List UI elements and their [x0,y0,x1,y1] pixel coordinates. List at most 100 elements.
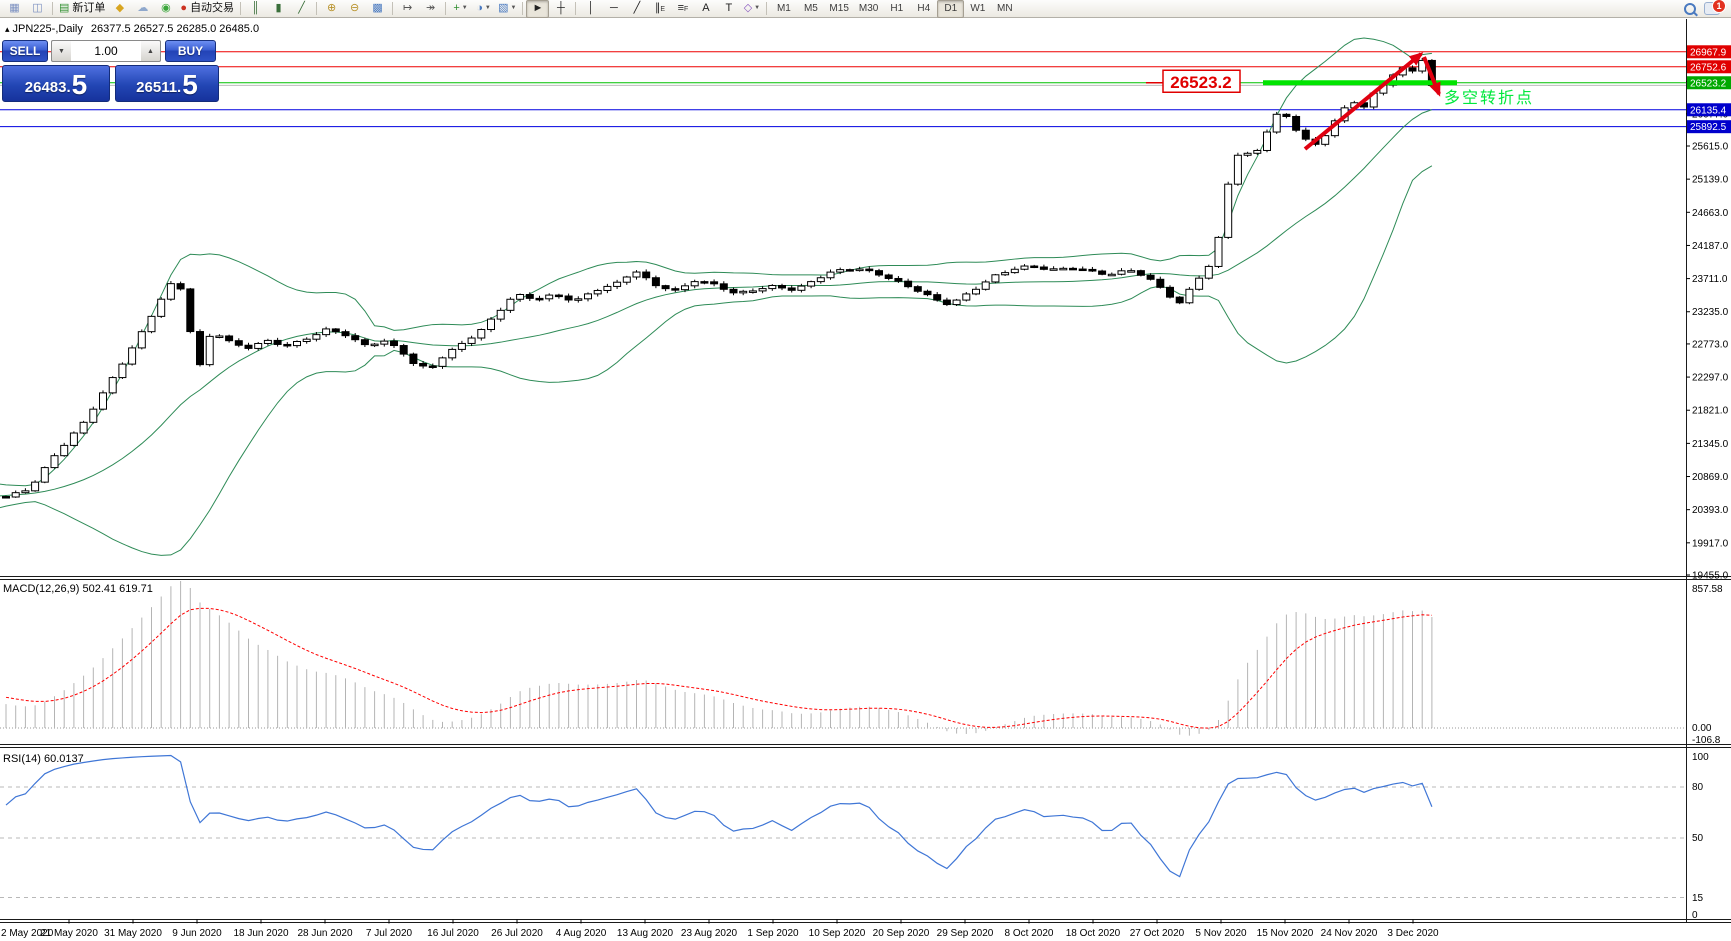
candle-body [690,281,699,287]
search-icon[interactable] [1684,2,1696,15]
macd-axis-label: -106.8 [1692,735,1721,746]
candle-body [215,335,224,338]
indicators-button[interactable]: + ▼ [449,0,472,18]
candle-body [1185,288,1194,304]
sell-button[interactable]: SELL [2,40,48,62]
line-chart-icon[interactable]: ╱ [290,0,313,18]
price-tick-label: 22773.0 [1692,339,1729,350]
trendline-button[interactable]: ╱ [625,0,648,18]
collapse-panel-icon[interactable]: ▴ [5,24,10,34]
toolbar-separator [392,2,394,15]
zoom-out-icon[interactable]: ⊖ [343,0,366,18]
market-data-cloud-icon[interactable]: ☁ [131,0,154,18]
toolbar-separator [766,2,768,15]
timeframe-mn[interactable]: MN [991,0,1018,18]
price-tick-label: 23235.0 [1692,307,1729,318]
dropdown-caret-icon[interactable]: ▼ [485,1,491,16]
timeframe-h1[interactable]: H1 [883,0,910,18]
candle-body [1010,268,1019,274]
timeframe-d1[interactable]: D1 [937,0,965,18]
volume-decrease-button[interactable]: ▼ [51,40,71,62]
dropdown-caret-icon[interactable]: ▼ [754,1,760,16]
candle-body [419,362,428,367]
sell-price-display[interactable]: 26483. 5 [2,65,110,102]
candle-body [768,284,777,290]
candle-body [574,298,583,301]
candle-body [525,294,534,299]
notifications-icon[interactable]: 1 [1704,0,1726,15]
candle-body [855,268,864,272]
candle-body [302,338,311,342]
timeframe-m15[interactable]: M15 [824,0,853,18]
signals-icon: ◉ [161,2,171,14]
new-order-button[interactable]: ▤ 新订单 [56,0,108,18]
zoom-in-icon[interactable]: ⊕ [320,0,343,18]
candle-body [671,288,680,291]
vertical-line-button[interactable]: │ [579,0,602,18]
candle-body [506,298,515,311]
timeframe-m30[interactable]: M30 [854,0,883,18]
text-button[interactable]: A [694,0,717,18]
candle-body [1204,265,1213,279]
templates-icon: ▧ [498,2,509,14]
rsi-label: RSI(14) 60.0137 [3,753,84,765]
candle-body [981,281,990,290]
arrows-shapes-button[interactable]: ◇ ▼ [740,0,763,18]
chart-window-icon: ▦ [9,2,20,14]
date-label: 31 May 2020 [104,928,162,939]
wallet-icon: ◆ [115,2,125,14]
wallet-icon[interactable]: ◆ [108,0,131,18]
text-label-button[interactable]: T [717,0,740,18]
candle-body [331,328,340,333]
volume-input[interactable]: 1.00 [71,40,141,62]
buy-price-display[interactable]: 26511. 5 [115,65,219,102]
autotrading-button[interactable]: ● 自动交易 [177,0,237,18]
crosshair-button[interactable]: ┼ [549,0,572,18]
chart-window-icon[interactable]: ▦ [3,0,26,18]
candle-body [933,294,942,301]
buy-button[interactable]: BUY [165,40,216,62]
price-level-label: 26135.4 [1690,105,1727,116]
candle-body [225,335,234,342]
candle-body [894,277,903,282]
tile-windows-icon[interactable]: ▩ [366,0,389,18]
candle-body [1098,270,1107,275]
timeframe-m1[interactable]: M1 [770,0,797,18]
candle-body [826,271,835,279]
signals-icon[interactable]: ◉ [154,0,177,18]
horizontal-line-button[interactable]: ─ [602,0,625,18]
price-level-label: 26752.6 [1690,62,1727,73]
fibonacci-button[interactable]: ≡ F [671,0,694,18]
candle-body [816,277,825,283]
volume-increase-button[interactable]: ▲ [141,40,161,62]
market-data-cloud-icon: ☁ [137,2,149,14]
equidistant-channel-button[interactable]: ∥ E [648,0,671,18]
timeframe-h4[interactable]: H4 [910,0,937,18]
candle-body [554,294,563,298]
candlestick-chart-icon[interactable]: ▮ [267,0,290,18]
timeframe-w1[interactable]: W1 [964,0,991,18]
toolbar-separator [52,2,53,15]
cursor-button[interactable]: ► [526,0,550,18]
bar-chart-icon[interactable]: ║ [244,0,267,18]
candle-body [622,276,631,283]
dropdown-caret-icon[interactable]: ▼ [510,1,516,16]
candle-body [564,295,573,301]
profile-window-icon[interactable]: ◫ [26,0,49,18]
periods-button[interactable]: ◑ ▼ [472,0,495,18]
dropdown-caret-icon[interactable]: ▼ [462,1,468,16]
templates-button[interactable]: ▧ ▼ [495,0,519,18]
candle-body [535,297,544,301]
candle-body [341,331,350,337]
candle-body [1030,265,1039,269]
candle-body [681,285,689,291]
candle-body [1253,149,1262,154]
price-tick-label: 24187.0 [1692,241,1729,252]
candle-body [108,377,117,394]
icon-sub-letter: F [683,5,689,13]
auto-scroll-icon[interactable]: ↠ [419,0,442,18]
candle-body [50,455,59,469]
timeframe-m5[interactable]: M5 [797,0,824,18]
chart-shift-icon[interactable]: ↦ [396,0,419,18]
candle-body [991,274,1000,283]
